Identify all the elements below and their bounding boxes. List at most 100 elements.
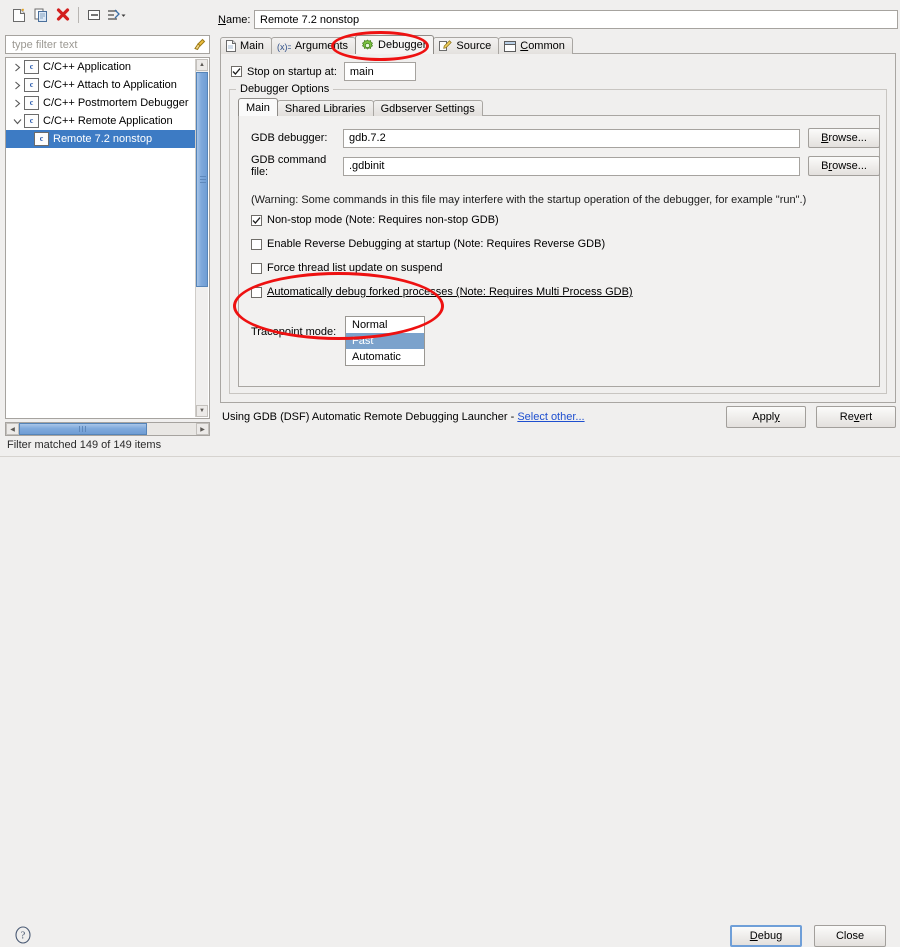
- gdb-command-file-warning: (Warning: Some commands in this file may…: [251, 194, 807, 206]
- gdb-debugger-browse-button[interactable]: Browse...: [808, 128, 880, 148]
- tree-item-remote-72-nonstop[interactable]: c Remote 7.2 nonstop: [6, 130, 196, 148]
- gdb-command-file-input[interactable]: .gdbinit: [343, 156, 800, 176]
- c-launch-icon: c: [34, 132, 49, 146]
- debugger-options-title: Debugger Options: [236, 83, 334, 95]
- gdb-debugger-value: gdb.7.2: [349, 132, 386, 144]
- gdb-command-file-browse-button[interactable]: Browse...: [808, 156, 880, 176]
- launcher-info: Using GDB (DSF) Automatic Remote Debuggi…: [222, 411, 585, 423]
- tab-arguments[interactable]: (x)= Arguments: [270, 37, 357, 54]
- scroll-left-arrow-icon[interactable]: ◀: [6, 423, 19, 435]
- force-thread-list-row[interactable]: Force thread list update on suspend: [251, 262, 443, 274]
- configurations-tree[interactable]: c C/C++ Application c C/C++ Attach to Ap…: [5, 57, 210, 419]
- debugger-tab-panel: Stop on startup at: main Debugger Option…: [220, 54, 896, 403]
- option-label: Normal: [352, 319, 388, 331]
- tab-debugger[interactable]: Debugger: [355, 35, 435, 54]
- bug-gear-icon: [361, 39, 374, 52]
- non-stop-mode-checkbox[interactable]: [251, 214, 262, 226]
- reverse-debugging-checkbox[interactable]: [251, 238, 262, 250]
- inner-tab-shared-libraries[interactable]: Shared Libraries: [276, 100, 374, 116]
- debug-button[interactable]: Debug: [730, 925, 802, 947]
- tree-toolbar: [2, 2, 214, 28]
- delete-configuration-icon[interactable]: [52, 5, 74, 25]
- gdb-debugger-row: GDB debugger: gdb.7.2 Browse...: [251, 128, 880, 148]
- inner-tab-label: Gdbserver Settings: [380, 102, 475, 115]
- tree-item-cpp-attach[interactable]: c C/C++ Attach to Application: [6, 76, 196, 94]
- c-launch-icon: c: [24, 96, 39, 110]
- debugger-options-group: Debugger Options Main Shared Libraries G…: [229, 83, 887, 394]
- inner-tab-gdbserver-settings[interactable]: Gdbserver Settings: [372, 100, 483, 116]
- auto-debug-forked-row[interactable]: Automatically debug forked processes (No…: [251, 286, 633, 298]
- stop-on-startup-value: main: [349, 65, 374, 78]
- expand-arrow-icon[interactable]: [10, 76, 24, 94]
- tree-item-label: C/C++ Remote Application: [43, 115, 173, 127]
- name-input[interactable]: Remote 7.2 nonstop: [254, 10, 898, 29]
- force-thread-list-checkbox[interactable]: [251, 262, 262, 274]
- tree-item-cpp-remote[interactable]: c C/C++ Remote Application: [6, 112, 196, 130]
- tab-common[interactable]: Common: [498, 37, 573, 54]
- new-configuration-icon[interactable]: [8, 5, 30, 25]
- collapse-arrow-icon[interactable]: [10, 112, 24, 130]
- gdb-debugger-input[interactable]: gdb.7.2: [343, 128, 800, 148]
- scroll-right-arrow-icon[interactable]: ▶: [196, 423, 209, 435]
- tracepoint-option-automatic[interactable]: Automatic: [346, 349, 424, 365]
- tab-label: Debugger: [378, 39, 427, 51]
- toolbar-separator: [78, 7, 79, 23]
- tree-item-label: C/C++ Attach to Application: [43, 79, 177, 91]
- inner-tab-label: Shared Libraries: [284, 102, 366, 115]
- duplicate-configuration-icon[interactable]: [30, 5, 52, 25]
- stop-on-startup-input[interactable]: main: [343, 62, 416, 81]
- tracepoint-option-fast[interactable]: Fast: [346, 333, 424, 349]
- scroll-grip: [79, 426, 87, 432]
- auto-debug-forked-checkbox[interactable]: [251, 286, 262, 298]
- tree-item-cpp-application[interactable]: c C/C++ Application: [6, 58, 196, 76]
- filter-menu-icon[interactable]: [105, 5, 127, 25]
- launcher-text: Using GDB (DSF) Automatic Remote Debuggi…: [222, 411, 518, 423]
- auto-debug-forked-label: Automatically debug forked processes (No…: [267, 286, 633, 298]
- c-launch-icon: c: [24, 78, 39, 92]
- reverse-debugging-row[interactable]: Enable Reverse Debugging at startup (Not…: [251, 238, 605, 250]
- gdb-command-file-label: GDB command file:: [251, 154, 327, 178]
- c-launch-icon: c: [24, 60, 39, 74]
- dialog-action-buttons: Debug Close: [730, 925, 886, 947]
- non-stop-mode-row[interactable]: Non-stop mode (Note: Requires non-stop G…: [251, 214, 499, 226]
- name-value: Remote 7.2 nonstop: [260, 13, 360, 26]
- broom-icon[interactable]: [189, 36, 209, 53]
- collapse-all-icon[interactable]: [83, 5, 105, 25]
- tracepoint-mode-dropdown[interactable]: Normal Fast Automatic: [345, 316, 425, 366]
- configuration-tabs: Main (x)= Arguments Debugger Source Comm…: [220, 35, 896, 54]
- scroll-down-arrow-icon[interactable]: ▼: [196, 405, 208, 417]
- tab-label: Common: [520, 40, 565, 52]
- tab-label: Source: [456, 40, 492, 52]
- stop-on-startup-row: Stop on startup at: main: [231, 62, 416, 81]
- variable-icon: (x)=: [277, 41, 291, 52]
- inner-tab-label: Main: [246, 101, 270, 114]
- filter-status-text: Filter matched 149 of 149 items: [7, 439, 162, 451]
- help-question-icon[interactable]: ?: [14, 926, 32, 944]
- stop-on-startup-checkbox[interactable]: [231, 66, 242, 77]
- tree-item-cpp-postmortem[interactable]: c C/C++ Postmortem Debugger: [6, 94, 196, 112]
- name-label: Name:: [218, 13, 251, 26]
- tab-source[interactable]: Source: [433, 37, 500, 54]
- close-button[interactable]: Close: [814, 925, 886, 947]
- horizontal-scroll-thumb[interactable]: [19, 423, 147, 435]
- launch-configurations-dialog: type filter text c C/C++ Application c C…: [0, 0, 900, 947]
- scroll-up-arrow-icon[interactable]: ▲: [196, 59, 208, 71]
- horizontal-scroll-track[interactable]: [19, 423, 196, 435]
- expand-arrow-icon[interactable]: [10, 94, 24, 112]
- tree-vertical-scrollbar[interactable]: ▲ ▼: [195, 59, 208, 417]
- apply-button[interactable]: Apply: [726, 406, 806, 428]
- vertical-scroll-thumb[interactable]: [196, 72, 208, 287]
- window-icon: [504, 40, 517, 52]
- tab-main[interactable]: Main: [220, 37, 272, 54]
- scroll-grip: [200, 175, 206, 184]
- debugger-main-panel: GDB debugger: gdb.7.2 Browse... GDB comm…: [238, 115, 880, 387]
- non-stop-mode-label: Non-stop mode (Note: Requires non-stop G…: [267, 214, 499, 226]
- inner-tab-main[interactable]: Main: [238, 98, 278, 116]
- revert-button[interactable]: Revert: [816, 406, 896, 428]
- select-other-link[interactable]: Select other...: [517, 411, 584, 423]
- tracepoint-option-normal[interactable]: Normal: [346, 317, 424, 333]
- filter-input[interactable]: type filter text: [5, 35, 210, 54]
- tree-horizontal-scrollbar[interactable]: ◀ ▶: [5, 422, 210, 436]
- expand-arrow-icon[interactable]: [10, 58, 24, 76]
- dialog-footer: ? Debug Close: [0, 457, 900, 947]
